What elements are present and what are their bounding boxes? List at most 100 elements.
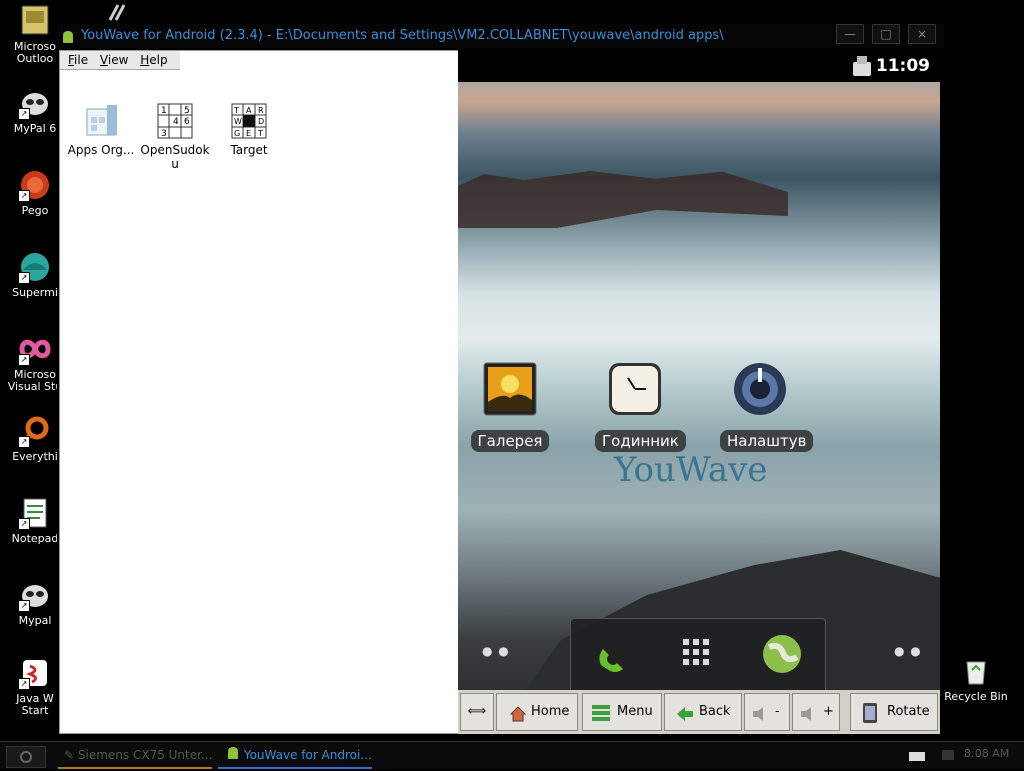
shortcut-arrow-icon: ↗: [18, 108, 30, 120]
home-app-settings[interactable]: Налаштув: [720, 362, 814, 452]
java-icon: ↗: [18, 656, 52, 690]
phone-icon[interactable]: [593, 635, 633, 679]
android-status-bar: 11:09: [458, 50, 940, 82]
clock-icon: [608, 362, 662, 416]
pego-icon: ↗: [18, 168, 52, 202]
svg-text:5: 5: [184, 106, 190, 116]
volume-up-button[interactable]: +: [792, 693, 840, 731]
svg-text:E: E: [246, 129, 251, 138]
taskbar-item-label: YouWave for Androi...: [243, 748, 372, 762]
home-app-label: Галерея: [470, 430, 550, 452]
notepad-icon: ↗: [18, 496, 52, 530]
resize-button[interactable]: ⟺: [460, 693, 494, 731]
desktop-icon-label: Recycle Bin: [944, 690, 1008, 703]
settings-dial-icon: [733, 362, 787, 416]
svg-text:3: 3: [161, 129, 167, 139]
svg-text:6: 6: [184, 117, 190, 127]
maximize-button[interactable]: □: [872, 24, 900, 44]
svg-text:R: R: [258, 106, 264, 115]
android-clock: 11:09: [875, 56, 930, 76]
gallery-icon: [483, 362, 537, 416]
shortcut-arrow-icon: ↗: [18, 354, 30, 366]
taskbar-item-siemens[interactable]: ✎ Siemens CX75 Unter...: [58, 744, 212, 769]
pen-icon: ✎: [64, 748, 75, 762]
app-label: u: [171, 157, 179, 171]
app-opensudoku[interactable]: 1 546 3 OpenSudok u: [140, 103, 210, 171]
home-app-label: Налаштув: [720, 430, 814, 452]
app-drawer-icon[interactable]: [679, 635, 719, 679]
volume-down-button[interactable]: -: [744, 693, 790, 731]
visual-studio-icon: ↗: [18, 332, 52, 366]
svg-text:4: 4: [173, 117, 179, 127]
raccoon-icon: ↗: [18, 578, 52, 612]
shortcut-arrow-icon: ↗: [18, 272, 30, 284]
page-indicator-right[interactable]: ● ●: [894, 644, 922, 658]
speaker-icon: [799, 702, 817, 738]
browser-globe-icon[interactable]: [761, 633, 803, 679]
back-button[interactable]: Back: [664, 693, 742, 731]
supermium-icon: ↗: [18, 250, 52, 284]
taskbar-clock: 8:08 AM: [964, 747, 1010, 760]
taskbar: ✎ Siemens CX75 Unter... YouWave for Andr…: [0, 741, 1024, 769]
network-icon[interactable]: [940, 747, 956, 767]
resize-arrows-icon: ⟺: [467, 704, 487, 719]
shortcut-arrow-icon: ↗: [18, 518, 30, 530]
svg-text:T: T: [257, 129, 263, 138]
menu-list-icon: [591, 702, 611, 738]
svg-text:D: D: [258, 117, 264, 126]
recycle-bin-icon: [961, 656, 991, 686]
menu-button[interactable]: Menu: [582, 693, 662, 731]
back-arrow-icon: [675, 702, 695, 738]
taskbar-item-youwave[interactable]: YouWave for Androi...: [218, 744, 372, 769]
rotate-device-icon: [859, 702, 881, 739]
raccoon-icon: ↗: [18, 86, 52, 120]
rotate-button-label: Rotate: [887, 704, 930, 719]
menu-file[interactable]: File: [68, 51, 88, 69]
window-title: YouWave for Android (2.3.4) - E:\Documen…: [81, 28, 724, 43]
home-app-clock[interactable]: Годинник: [595, 362, 686, 452]
svg-text:W: W: [234, 117, 242, 126]
shortcut-arrow-icon: ↗: [18, 600, 30, 612]
apps-organizer-icon: [83, 103, 119, 139]
shortcut-arrow-icon: ↗: [18, 190, 30, 202]
keyboard-icon[interactable]: [908, 748, 926, 767]
wallpaper-rocks: [458, 171, 788, 228]
app-label: Apps Org...: [67, 143, 135, 157]
home-button[interactable]: Home: [496, 693, 578, 731]
close-button[interactable]: ×: [908, 24, 936, 44]
home-app-gallery[interactable]: Галерея: [470, 362, 550, 452]
svg-text:G: G: [234, 129, 240, 138]
usb-debug-icon: [850, 54, 874, 78]
youwave-watermark: YouWave: [614, 450, 768, 490]
home-button-label: Home: [531, 704, 570, 719]
paperclip-icon[interactable]: [104, 2, 132, 22]
menu-help[interactable]: Help: [140, 51, 167, 69]
svg-text:T: T: [233, 106, 239, 115]
app-list-pane: File View Help Apps Org... 1 546 3 OpenSud…: [59, 50, 459, 734]
menu-bar: File View Help: [60, 51, 180, 70]
menu-view[interactable]: View: [100, 51, 128, 69]
shortcut-arrow-icon: ↗: [18, 678, 30, 690]
android-icon: [226, 745, 240, 767]
minimize-button[interactable]: —: [836, 24, 864, 44]
start-button[interactable]: [6, 746, 46, 768]
svg-text:A: A: [246, 106, 252, 115]
window-titlebar[interactable]: YouWave for Android (2.3.4) - E:\Documen…: [57, 24, 944, 48]
back-button-label: Back: [699, 704, 731, 719]
desktop-icon-recycle-bin[interactable]: Recycle Bin: [940, 656, 1012, 703]
page-indicator-left[interactable]: ● ●: [482, 644, 510, 658]
outlook-icon: [18, 4, 52, 38]
app-target[interactable]: TARWDGET Target: [214, 103, 284, 157]
svg-text:1: 1: [161, 106, 167, 116]
app-label: OpenSudok: [140, 143, 210, 157]
shortcut-arrow-icon: ↗: [18, 436, 30, 448]
android-dock: [570, 618, 826, 690]
android-screen[interactable]: 11:09 YouWave Галерея Годинник Налаштув …: [458, 50, 940, 690]
sudoku-grid-icon: 1 546 3: [157, 103, 193, 139]
rotate-button[interactable]: Rotate: [850, 693, 938, 731]
app-apps-organizer[interactable]: Apps Org...: [66, 103, 136, 157]
everything-search-icon: ↗: [18, 414, 52, 448]
home-app-label: Годинник: [595, 430, 686, 452]
volume-up-label: +: [823, 704, 834, 719]
youwave-window: YouWave for Android (2.3.4) - E:\Documen…: [57, 24, 944, 736]
